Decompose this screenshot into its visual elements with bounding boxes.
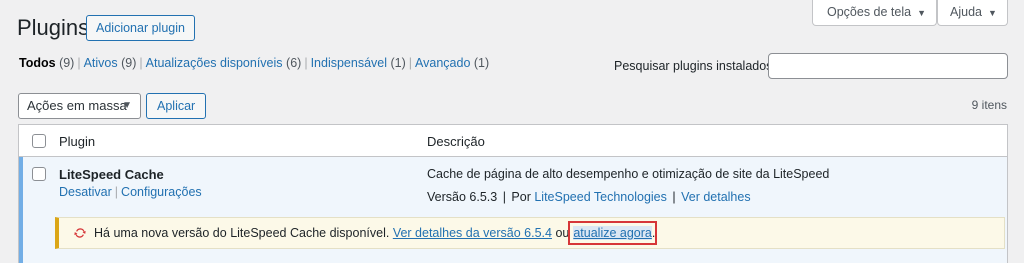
table-row: LiteSpeed Cache Desativar | Configurações …	[19, 157, 1007, 263]
filter-mustuse-count: (1)	[390, 56, 406, 70]
filter-mustuse[interactable]: Indispensável	[311, 56, 387, 70]
plugins-table: Plugin Descrição LiteSpeed Cache Desativ…	[18, 124, 1008, 263]
row-checkbox[interactable]	[32, 167, 46, 181]
add-plugin-button[interactable]: Adicionar plugin	[86, 15, 195, 41]
apply-button[interactable]: Aplicar	[146, 93, 207, 119]
filter-active-count: (9)	[121, 56, 137, 70]
plugin-meta: Versão 6.5.3 | Por LiteSpeed Technologie…	[427, 190, 751, 204]
filter-active[interactable]: Ativos	[84, 56, 118, 70]
view-details-link[interactable]: Ver detalhes	[681, 190, 751, 204]
plugin-description: Cache de página de alto desempenho e oti…	[427, 167, 830, 181]
page-title: Plugins	[17, 15, 90, 40]
screen-options-tab[interactable]: Opções de tela ▼	[812, 0, 938, 26]
help-tab[interactable]: Ajuda ▼	[937, 0, 1008, 26]
update-notice: Há uma nova versão do LiteSpeed Cache di…	[55, 217, 1005, 249]
plugin-status-filters: Todos (9) | Ativos (9) | Atualizações dispon…	[19, 56, 490, 70]
period: .	[651, 226, 656, 240]
filter-updates[interactable]: Atualizações disponíveis	[146, 56, 283, 70]
update-icon	[74, 228, 86, 238]
settings-link[interactable]: Configurações	[121, 185, 202, 199]
plugin-name: LiteSpeed Cache	[59, 167, 164, 182]
table-header: Plugin Descrição	[19, 125, 1007, 157]
author-link[interactable]: LiteSpeed Technologies	[534, 190, 667, 204]
update-message: Há uma nova versão do LiteSpeed Cache di…	[94, 221, 657, 245]
filter-dropins[interactable]: Avançado	[415, 56, 470, 70]
column-description-header: Descrição	[427, 134, 485, 149]
version-details-link[interactable]: Ver detalhes da versão 6.5.4	[393, 226, 552, 240]
update-now-link[interactable]: atualize agora	[568, 221, 657, 245]
deactivate-link[interactable]: Desativar	[59, 185, 112, 199]
row-actions: Desativar | Configurações	[59, 185, 202, 199]
filter-all-count: (9)	[59, 56, 75, 70]
search-input[interactable]	[768, 53, 1008, 79]
caret-down-icon: ▼	[987, 8, 997, 18]
by-label: Por	[511, 190, 531, 204]
bulk-actions-select[interactable]: Ações em massa ▼	[18, 93, 141, 119]
select-all-checkbox[interactable]	[32, 134, 46, 148]
filter-dropins-count: (1)	[473, 56, 490, 70]
filter-updates-count: (6)	[286, 56, 302, 70]
chevron-down-icon: ▼	[122, 100, 132, 111]
filter-all[interactable]: Todos	[19, 56, 56, 70]
caret-down-icon: ▼	[917, 8, 927, 18]
or-text: ou	[555, 226, 570, 240]
screen-options-label: Opções de tela	[827, 5, 912, 19]
bulk-actions-selected: Ações em massa	[27, 98, 127, 113]
plugin-version: Versão 6.5.3	[427, 190, 498, 204]
column-plugin-header: Plugin	[59, 134, 96, 149]
search-label: Pesquisar plugins instalados	[614, 59, 773, 73]
help-label: Ajuda	[950, 5, 982, 19]
update-text: Há uma nova versão do LiteSpeed Cache di…	[94, 226, 390, 240]
items-count: 9 itens	[971, 98, 1007, 112]
